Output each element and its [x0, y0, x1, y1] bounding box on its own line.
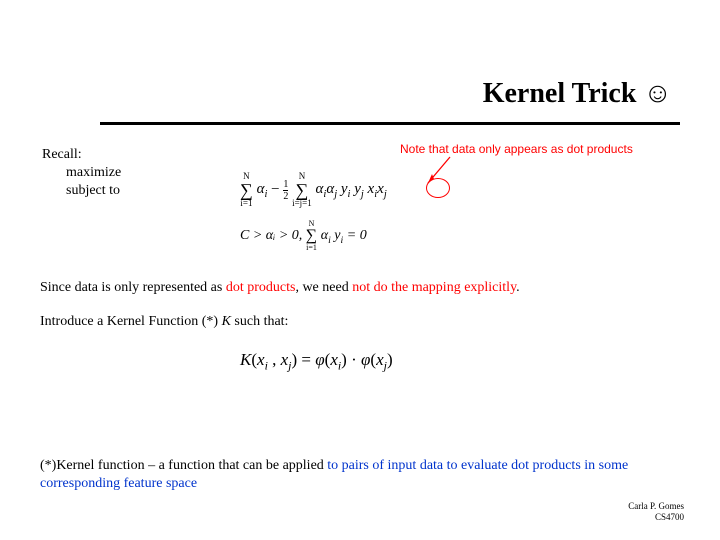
para-introduce-kernel: Introduce a Kernel Function (*) K such t… [40, 314, 288, 330]
horizontal-rule [100, 122, 680, 125]
sum1-bot: i=1 [240, 198, 252, 208]
p2b: such that: [231, 314, 289, 329]
note-red: Note that data only appears as dot produ… [400, 142, 633, 156]
fn-a: (*)Kernel function – a function that can… [40, 458, 327, 473]
p2k: K [222, 314, 231, 329]
author-name: Carla P. Gomes [628, 501, 684, 511]
dual-formula: N ∑ i=1 αi − 12 N ∑ i=j=1 αiαj yi yj xix… [240, 172, 387, 208]
course-code: CS4700 [628, 512, 684, 522]
para-dot-products: Since data is only represented as dot pr… [40, 280, 520, 296]
constraint-left: C > αᵢ > 0, [240, 228, 302, 243]
author-block: Carla P. Gomes CS4700 [628, 501, 684, 522]
p1b: dot products [226, 280, 296, 295]
page-title: Kernel Trick ☺ [483, 78, 672, 110]
recall-subject-to: subject to [66, 182, 121, 200]
x-dot-term: xixj [368, 181, 387, 197]
sum2-bot: i=j=1 [292, 198, 312, 208]
p2a: Introduce a Kernel Function (*) [40, 314, 222, 329]
recall-label: Recall: [42, 146, 121, 164]
recall-maximize: maximize [66, 164, 121, 182]
p1a: Since data is only represented as [40, 280, 226, 295]
constraint-formula: C > αᵢ > 0, N ∑ i=1 αi yi = 0 [240, 220, 367, 252]
csum-bot: i=1 [306, 243, 317, 252]
p1e: . [516, 280, 520, 295]
kernel-formula: K(xi , xj) = φ(xi) · φ(xj) [240, 350, 393, 373]
p1c: , we need [295, 280, 352, 295]
footnote: (*)Kernel function – a function that can… [40, 457, 670, 492]
circle-highlight [426, 178, 450, 198]
recall-block: Recall: maximize subject to [42, 146, 121, 201]
p1d: not do the mapping explicitly [352, 280, 516, 295]
